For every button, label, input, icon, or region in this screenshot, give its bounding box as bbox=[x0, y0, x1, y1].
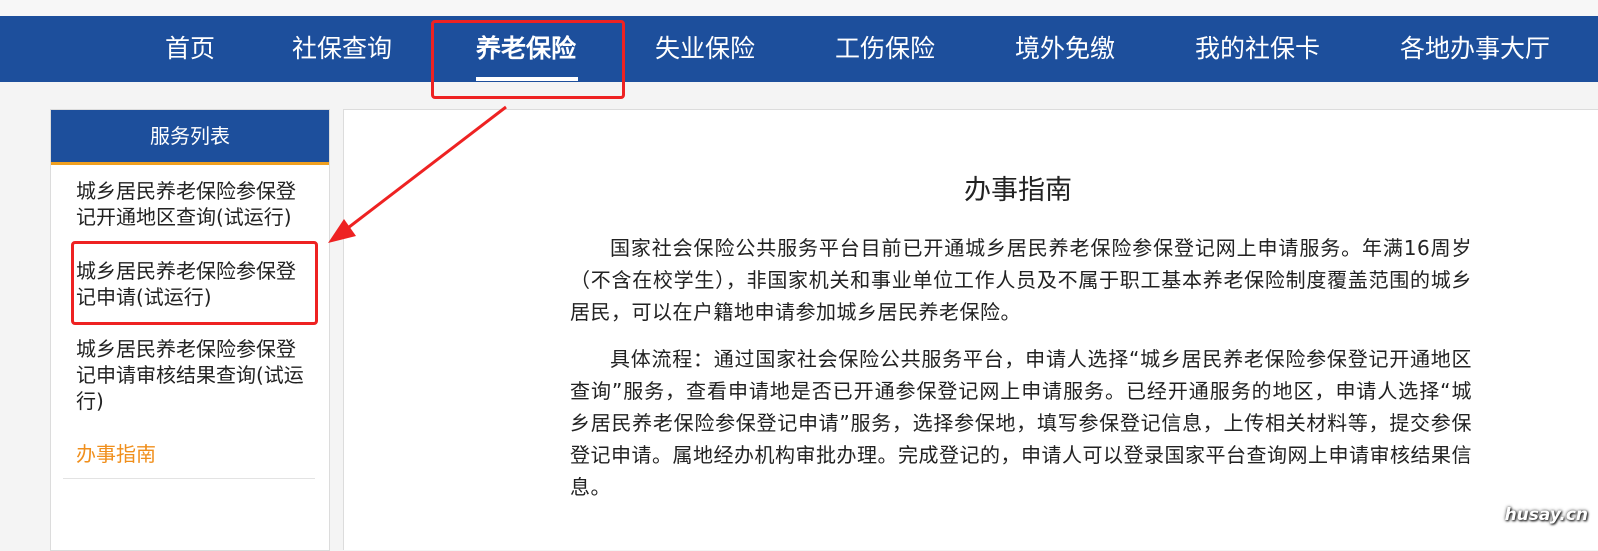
sidebar-divider bbox=[63, 478, 315, 479]
sidebar-item-guide[interactable]: 办事指南 bbox=[76, 441, 312, 467]
nav-overseas-exemption[interactable]: 境外免缴 bbox=[1015, 16, 1115, 82]
sidebar-item-region-query[interactable]: 城乡居民养老保险参保登记开通地区查询(试运行) bbox=[76, 178, 312, 230]
nav-service-halls[interactable]: 各地办事大厅 bbox=[1400, 16, 1550, 82]
nav-home[interactable]: 首页 bbox=[165, 16, 215, 82]
guide-content-panel: 办事指南 国家社会保险公共服务平台目前已开通城乡居民养老保险参保登记网上申请服务… bbox=[343, 109, 1598, 550]
sidebar-header: 服务列表 bbox=[51, 110, 329, 165]
sidebar-item-review-result-query[interactable]: 城乡居民养老保险参保登记申请审核结果查询(试运行) bbox=[76, 336, 312, 414]
service-list-sidebar: 服务列表 城乡居民养老保险参保登记开通地区查询(试运行) 城乡居民养老保险参保登… bbox=[50, 109, 330, 551]
annotation-box-nav bbox=[431, 20, 625, 99]
main-nav: 首页 社保查询 养老保险 失业保险 工伤保险 境外免缴 我的社保卡 各地办事大厅 bbox=[0, 16, 1598, 82]
nav-work-injury-insurance[interactable]: 工伤保险 bbox=[835, 16, 935, 82]
nav-my-social-security-card[interactable]: 我的社保卡 bbox=[1195, 16, 1320, 82]
guide-paragraph-2: 具体流程：通过国家社会保险公共服务平台，申请人选择“城乡居民养老保险参保登记开通… bbox=[570, 347, 1472, 499]
guide-paragraph-1: 国家社会保险公共服务平台目前已开通城乡居民养老保险参保登记网上申请服务。年满16… bbox=[570, 236, 1472, 324]
nav-unemployment-insurance[interactable]: 失业保险 bbox=[655, 16, 755, 82]
annotation-box-sidebar bbox=[71, 241, 318, 325]
page-title: 办事指南 bbox=[964, 175, 1072, 206]
top-strip bbox=[0, 0, 1598, 16]
nav-social-security-query[interactable]: 社保查询 bbox=[292, 16, 392, 82]
watermark: husay.cn bbox=[1504, 505, 1588, 525]
